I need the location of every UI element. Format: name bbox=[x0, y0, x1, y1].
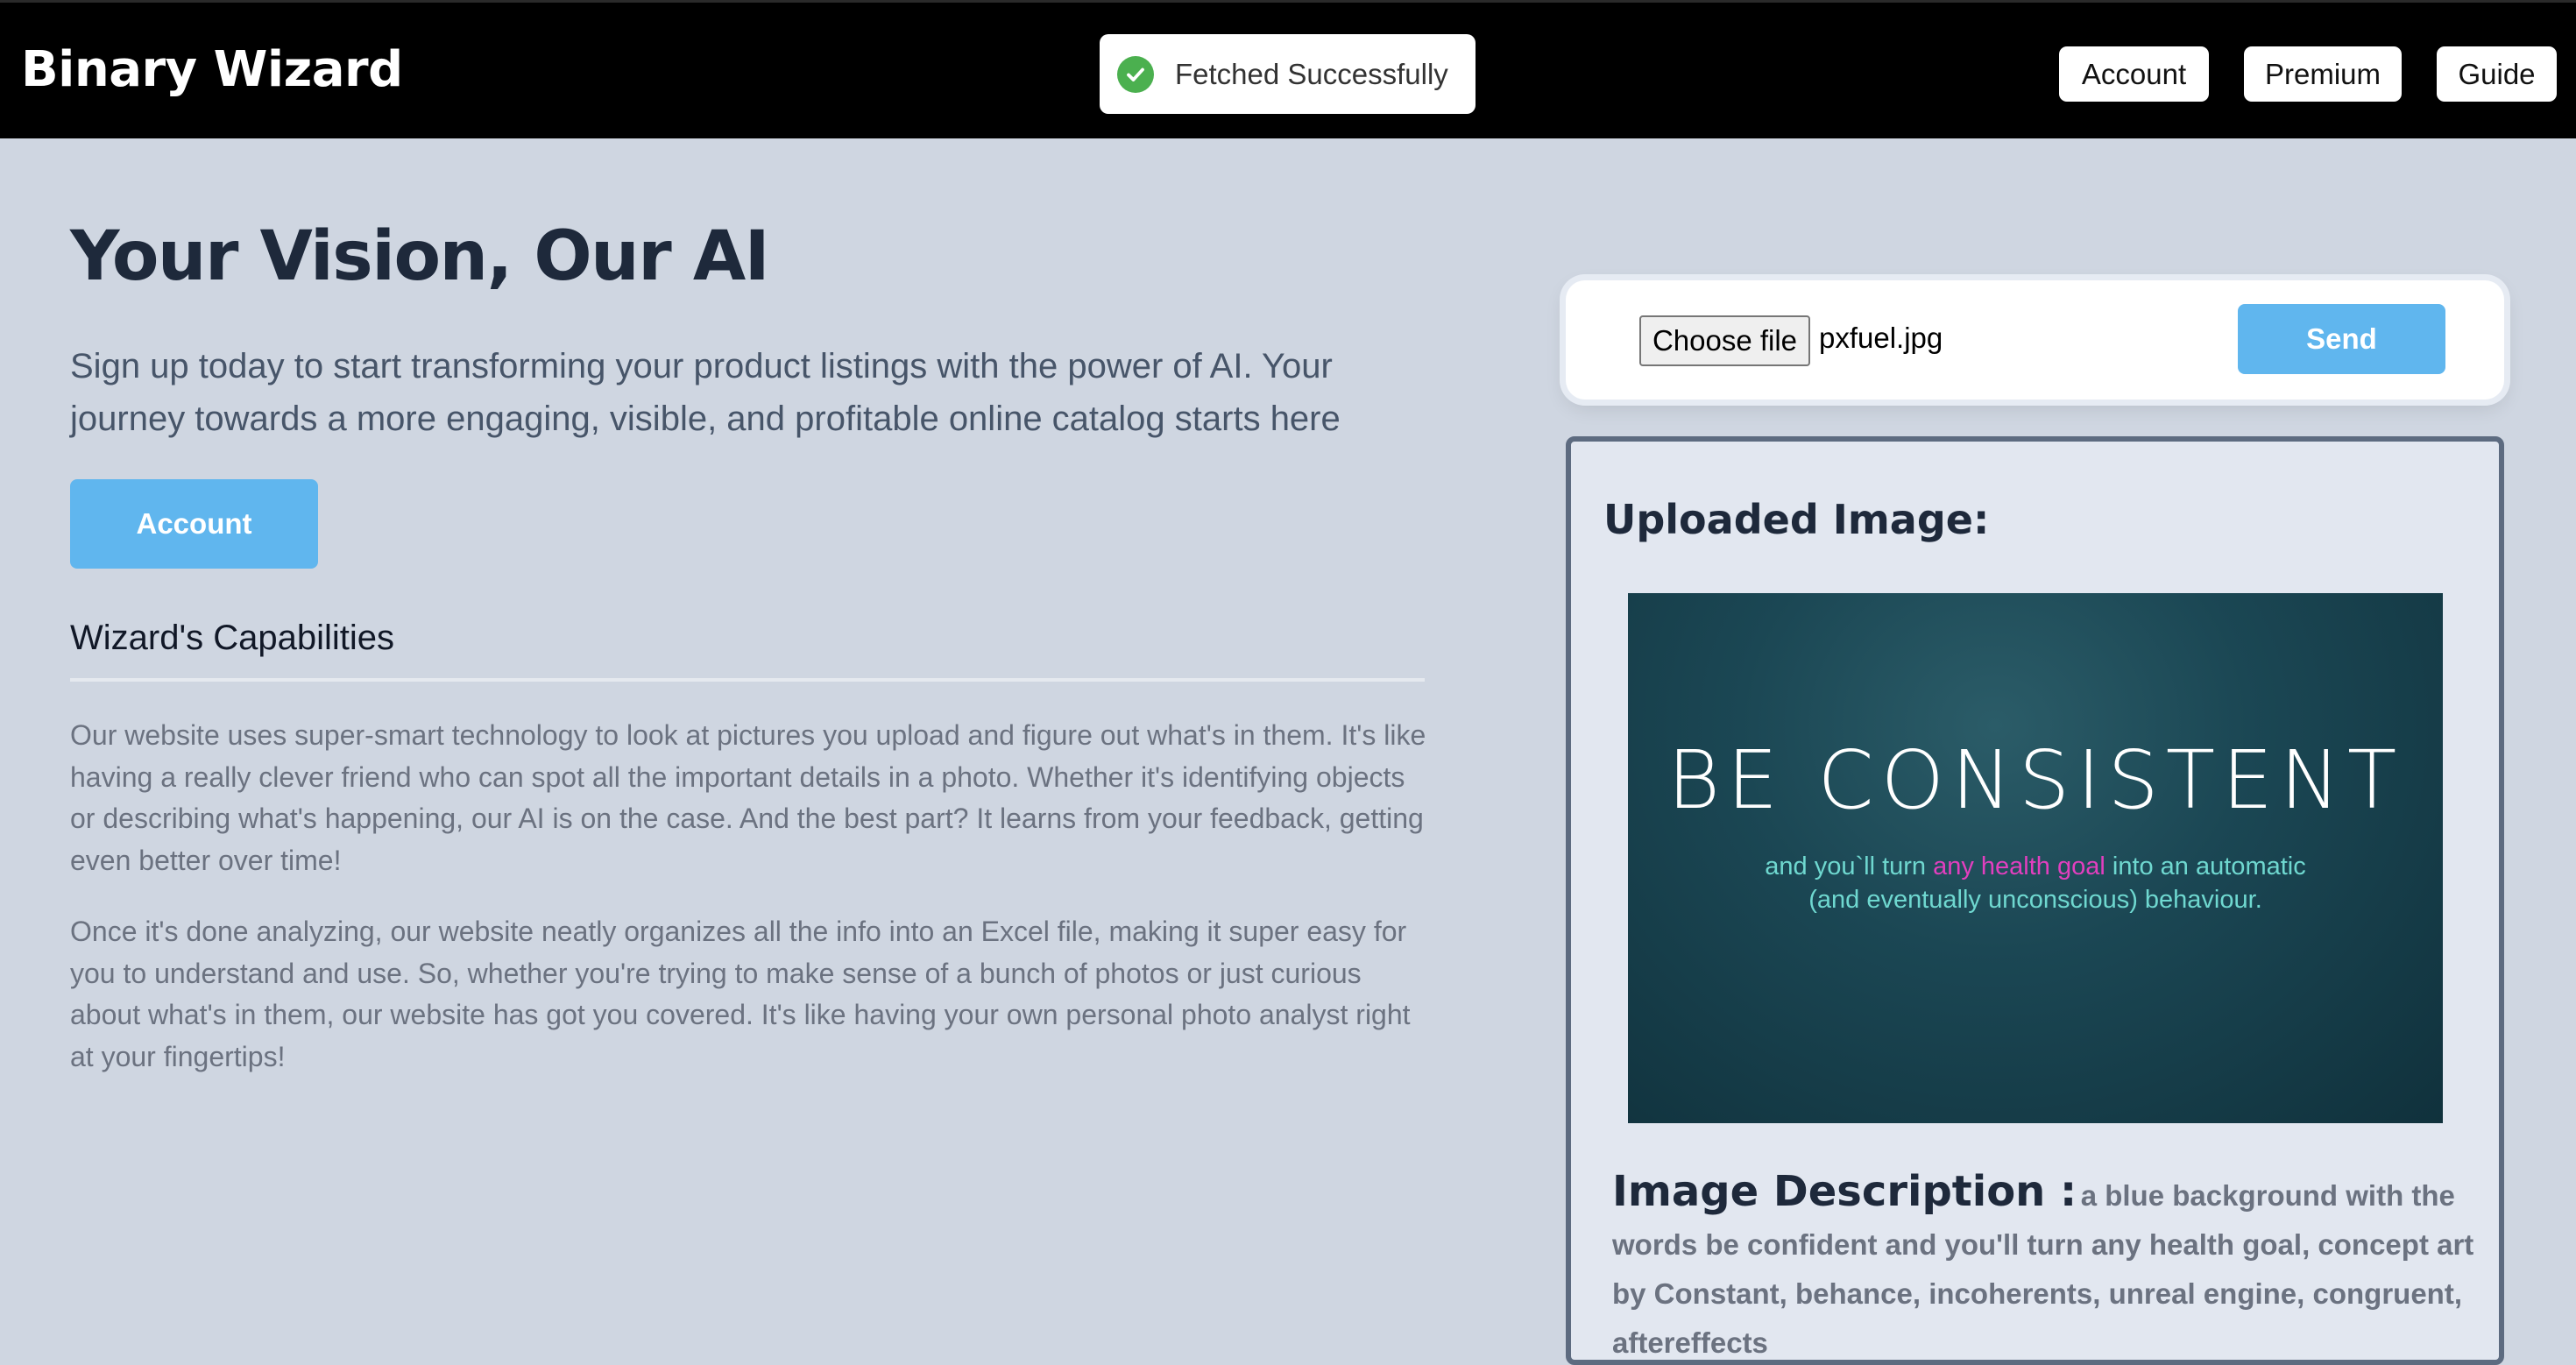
selected-file-name: pxfuel.jpg bbox=[1819, 322, 1943, 354]
success-toast: Fetched Successfully bbox=[1100, 34, 1476, 114]
capabilities-heading: Wizard's Capabilities bbox=[70, 619, 394, 657]
choose-file-button[interactable]: Choose file bbox=[1639, 315, 1810, 366]
result-panel: Uploaded Image: BE CONSISTENT and you`ll… bbox=[1566, 436, 2504, 1365]
toast-message: Fetched Successfully bbox=[1175, 57, 1448, 90]
hero-title: Your Vision, Our AI bbox=[70, 217, 770, 296]
image-headline-text: BE CONSISTENT bbox=[1667, 733, 2404, 827]
brand-logo[interactable]: Binary Wizard bbox=[21, 41, 403, 98]
image-description: Image Description : a blue background wi… bbox=[1612, 1171, 2480, 1360]
nav-account-button[interactable]: Account bbox=[2059, 46, 2209, 102]
account-cta-button[interactable]: Account bbox=[70, 479, 318, 569]
top-navbar: Binary Wizard Fetched Successfully Accou… bbox=[0, 0, 2576, 138]
capabilities-divider bbox=[70, 678, 1425, 682]
hero-subtitle: Sign up today to start transforming your… bbox=[70, 347, 1341, 438]
image-caption-line-1: and you`ll turn any health goal into an … bbox=[1765, 852, 2306, 881]
nav-guide-button[interactable]: Guide bbox=[2437, 46, 2557, 102]
upload-form: Choose file pxfuel.jpg Send bbox=[1566, 280, 2504, 400]
nav-premium-button[interactable]: Premium bbox=[2244, 46, 2402, 102]
capabilities-paragraph: Once it's done analyzing, our website ne… bbox=[70, 916, 1411, 1072]
image-caption-line-2: (and eventually unconscious) behaviour. bbox=[1808, 886, 2262, 914]
image-description-label: Image Description : bbox=[1612, 1167, 2077, 1216]
check-circle-icon bbox=[1117, 55, 1154, 93]
send-button[interactable]: Send bbox=[2238, 304, 2445, 374]
uploaded-image: BE CONSISTENT and you`ll turn any health… bbox=[1628, 593, 2443, 1123]
uploaded-image-heading: Uploaded Image: bbox=[1603, 496, 1990, 543]
capabilities-paragraph: Our website uses super-smart technology … bbox=[70, 719, 1426, 876]
